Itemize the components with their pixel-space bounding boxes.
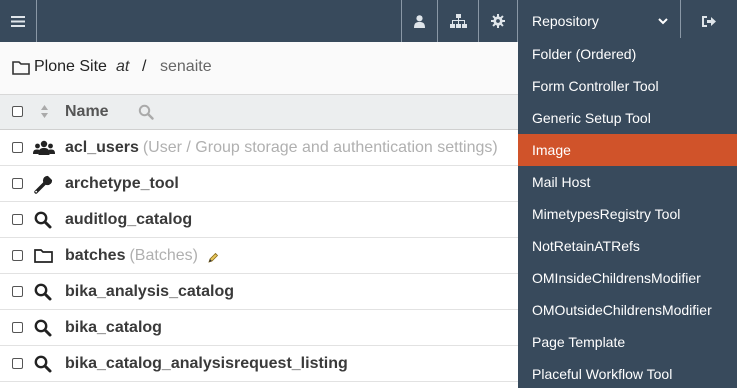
row-name-link[interactable]: batches: [65, 247, 125, 264]
menu-item-generic-setup-tool[interactable]: Generic Setup Tool: [518, 102, 737, 134]
row-checkbox[interactable]: [12, 178, 23, 189]
wrench-icon: [34, 175, 53, 194]
user-button[interactable]: [402, 0, 437, 42]
search-icon: [34, 355, 52, 373]
sitemap-button[interactable]: [438, 0, 478, 42]
sort-icon[interactable]: [40, 104, 49, 119]
repository-label: Repository: [532, 13, 599, 29]
menu-item-placeful-workflow-tool[interactable]: Placeful Workflow Tool: [518, 358, 737, 390]
folder-icon: [34, 249, 53, 263]
row-checkbox[interactable]: [12, 322, 23, 333]
repository-dropdown-button[interactable]: Repository: [518, 0, 680, 42]
menu-item-omoutside-childrens-modifier[interactable]: OMOutsideChildrensModifier: [518, 294, 737, 326]
name-column-header[interactable]: Name: [65, 103, 109, 121]
row-name-link[interactable]: auditlog_catalog: [65, 211, 192, 229]
row-checkbox[interactable]: [12, 358, 23, 369]
logout-icon: [702, 15, 716, 27]
breadcrumb-separator: /: [142, 58, 147, 75]
toolbar-divider: [36, 0, 37, 42]
menu-button[interactable]: [0, 0, 36, 42]
logout-button[interactable]: [681, 0, 737, 42]
menu-item-form-controller-tool[interactable]: Form Controller Tool: [518, 70, 737, 102]
users-icon: [33, 140, 55, 155]
menu-item-folder-ordered[interactable]: Folder (Ordered): [518, 38, 737, 70]
row-name-link[interactable]: bika_analysis_catalog: [65, 283, 234, 301]
search-icon: [34, 319, 52, 337]
select-all-checkbox[interactable]: [12, 106, 23, 117]
menu-item-image[interactable]: Image: [518, 134, 737, 166]
breadcrumb-site-link[interactable]: Plone Site: [34, 58, 107, 76]
row-checkbox[interactable]: [12, 142, 23, 153]
menu-item-mail-host[interactable]: Mail Host: [518, 166, 737, 198]
breadcrumb-at-label: at: [116, 58, 130, 75]
pencil-icon[interactable]: [207, 252, 219, 264]
row-name-link[interactable]: bika_catalog_analysisrequest_listing: [65, 355, 348, 373]
search-icon[interactable]: [138, 104, 154, 120]
gear-icon: [491, 14, 505, 28]
menu-item-notretainatrefs[interactable]: NotRetainATRefs: [518, 230, 737, 262]
menu-item-page-template[interactable]: Page Template: [518, 326, 737, 358]
sitemap-icon: [449, 14, 467, 28]
folder-icon: [12, 61, 30, 75]
row-name-link[interactable]: archetype_tool: [65, 175, 179, 193]
row-description: (User / Group storage and authentication…: [142, 139, 498, 156]
row-name-link[interactable]: bika_catalog: [65, 319, 162, 337]
breadcrumb-current: senaite: [160, 58, 212, 75]
menu-item-mimetypes-registry-tool[interactable]: MimetypesRegistry Tool: [518, 198, 737, 230]
row-checkbox[interactable]: [12, 286, 23, 297]
row-checkbox[interactable]: [12, 214, 23, 225]
user-icon: [414, 14, 425, 28]
repository-dropdown-menu: Folder (Ordered) Form Controller Tool Ge…: [518, 38, 737, 388]
menu-item-ominside-childrens-modifier[interactable]: OMInsideChildrensModifier: [518, 262, 737, 294]
search-icon: [34, 283, 52, 301]
settings-button[interactable]: [479, 0, 517, 42]
top-toolbar: Repository: [0, 0, 737, 42]
row-description: (Batches): [129, 247, 198, 264]
row-name-link[interactable]: acl_users: [65, 139, 139, 156]
chevron-down-icon: [658, 17, 668, 24]
search-icon: [34, 211, 52, 229]
menu-icon: [11, 15, 25, 27]
row-checkbox[interactable]: [12, 250, 23, 261]
